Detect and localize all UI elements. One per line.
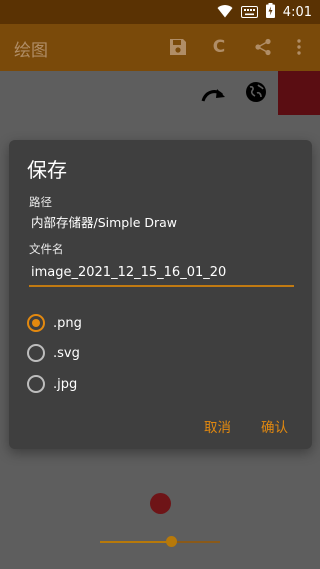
brush-size-slider-fill bbox=[100, 541, 172, 543]
status-bar: 4:01 bbox=[0, 0, 320, 24]
filename-input[interactable] bbox=[29, 263, 294, 287]
app-toolbar: 绘图 C bbox=[0, 24, 320, 71]
path-value: 内部存储器/Simple Draw bbox=[31, 215, 178, 230]
status-icons: 4:01 bbox=[217, 3, 312, 22]
keyboard-icon bbox=[240, 3, 258, 22]
radio-png[interactable] bbox=[27, 314, 45, 332]
status-time: 4:01 bbox=[282, 5, 312, 20]
battery-charging-icon bbox=[265, 3, 275, 22]
format-label-jpg: .jpg bbox=[53, 376, 78, 392]
clear-label: C bbox=[212, 37, 226, 57]
save-button[interactable] bbox=[163, 32, 193, 62]
cancel-button[interactable]: 取消 bbox=[204, 416, 231, 436]
format-option-jpg[interactable]: .jpg bbox=[27, 375, 77, 393]
app-title: 绘图 bbox=[14, 41, 48, 61]
wifi-icon bbox=[217, 3, 233, 22]
brush-size-preview bbox=[150, 493, 171, 514]
brush-size-slider-thumb[interactable] bbox=[166, 536, 177, 547]
confirm-button[interactable]: 确认 bbox=[261, 416, 288, 436]
format-label-png: .png bbox=[53, 315, 82, 331]
more-options-button[interactable] bbox=[286, 32, 312, 62]
share-icon bbox=[255, 38, 271, 56]
radio-svg[interactable] bbox=[27, 344, 45, 362]
redo-icon[interactable] bbox=[200, 85, 228, 105]
path-label: 路径 bbox=[29, 195, 52, 209]
color-picker-swatch[interactable] bbox=[278, 71, 320, 115]
dialog-title: 保存 bbox=[27, 158, 67, 182]
save-dialog: 保存 路径 内部存储器/Simple Draw 文件名 .png .svg .j… bbox=[9, 140, 312, 449]
format-option-svg[interactable]: .svg bbox=[27, 344, 80, 362]
format-option-png[interactable]: .png bbox=[27, 314, 82, 332]
share-button[interactable] bbox=[248, 32, 278, 62]
more-vert-icon bbox=[297, 39, 301, 55]
eraser-globe-icon[interactable] bbox=[244, 80, 268, 104]
clear-button[interactable]: C bbox=[204, 32, 234, 62]
format-label-svg: .svg bbox=[53, 345, 80, 361]
filename-label: 文件名 bbox=[29, 242, 64, 256]
save-icon bbox=[170, 39, 186, 55]
radio-jpg[interactable] bbox=[27, 375, 45, 393]
